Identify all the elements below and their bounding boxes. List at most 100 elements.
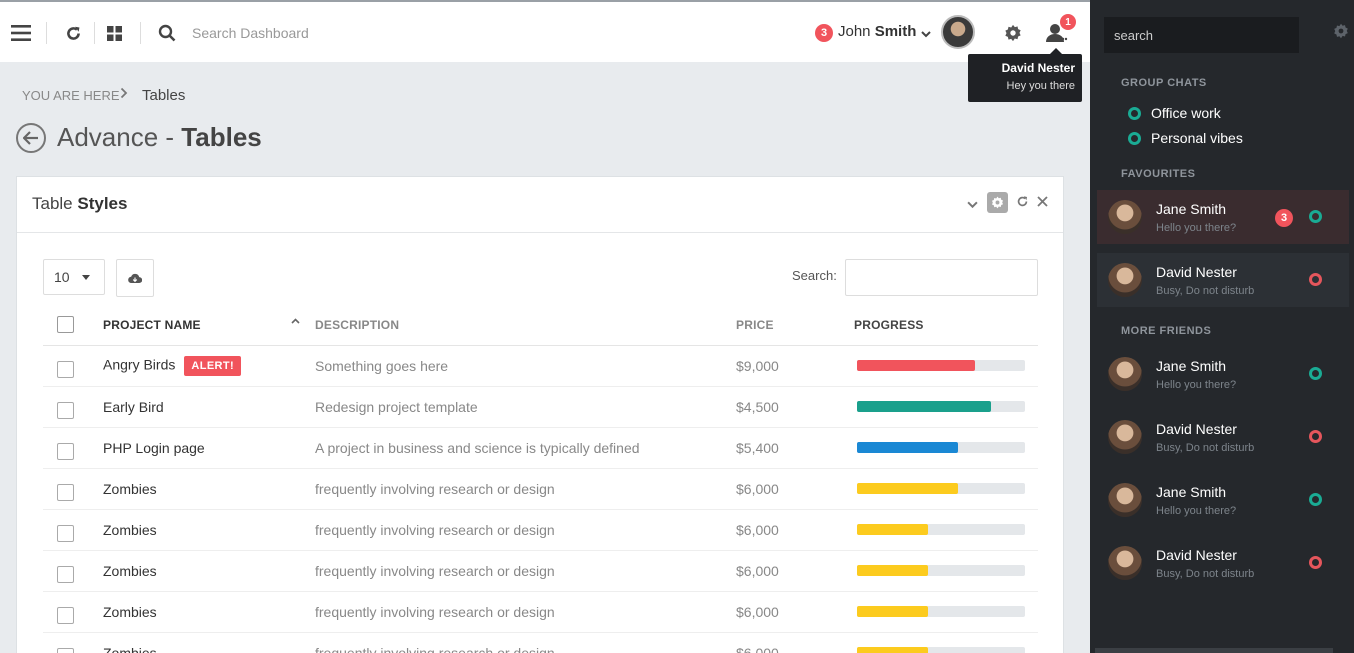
progress-cell (854, 468, 1038, 510)
description-cell: Something goes here (315, 345, 736, 387)
project-name: Zombies (103, 480, 157, 497)
chat-search-input[interactable] (1104, 17, 1299, 53)
page-length-value: 10 (54, 269, 70, 285)
progress-cell (854, 591, 1038, 633)
select-all-checkbox[interactable] (57, 316, 74, 334)
row-select-cell (43, 591, 103, 633)
price-cell: $9,000 (736, 345, 854, 387)
online-status-icon (1128, 131, 1141, 145)
chevron-down-icon[interactable] (921, 26, 931, 44)
dashboard-search-input[interactable] (192, 21, 442, 45)
projects-table: Project Name Description Price Progress … (43, 305, 1038, 653)
progress-fill (857, 524, 928, 535)
progress-bar (857, 606, 1025, 617)
friend-status: Busy, Do not disturb (1156, 442, 1255, 454)
hamburger-menu-icon[interactable] (10, 22, 32, 44)
user-avatar[interactable] (941, 15, 975, 49)
sidebar-scrollbar[interactable] (1095, 648, 1333, 653)
table-search-input[interactable] (845, 259, 1038, 296)
progress-cell (854, 345, 1038, 387)
group-chat-item[interactable]: Office work (1128, 103, 1221, 123)
online-status-icon (1309, 210, 1322, 223)
row-checkbox[interactable] (57, 607, 74, 624)
friend-item[interactable]: David Nester Busy, Do not disturb (1097, 410, 1349, 464)
row-checkbox[interactable] (57, 484, 74, 501)
user-notification-badge: 3 (815, 24, 833, 42)
progress-fill (857, 606, 928, 617)
friend-status: Busy, Do not disturb (1156, 285, 1255, 297)
grid-apps-icon[interactable] (103, 22, 125, 44)
description-cell: frequently involving research or design (315, 509, 736, 551)
collapse-chevron-icon[interactable] (967, 197, 978, 215)
panel-settings-gear-icon[interactable] (987, 192, 1008, 213)
progress-cell (854, 386, 1038, 428)
description-cell: frequently involving research or design (315, 632, 736, 653)
row-checkbox[interactable] (57, 361, 74, 378)
friend-avatar (1108, 263, 1142, 297)
friend-avatar (1108, 357, 1142, 391)
friend-item[interactable]: Jane Smith Hello you there? (1097, 473, 1349, 527)
tooltip-message: Hey you there (1006, 80, 1075, 92)
row-checkbox[interactable] (57, 443, 74, 460)
price-cell: $4,500 (736, 386, 854, 428)
alert-badge: ALERT! (184, 355, 242, 376)
favourite-friend-item[interactable]: David Nester Busy, Do not disturb (1097, 253, 1349, 307)
row-select-cell (43, 386, 103, 428)
row-select-cell (43, 509, 103, 551)
friend-item[interactable]: Jane Smith Hello you there? (1097, 347, 1349, 401)
project-name-cell: Zombies (103, 591, 315, 633)
back-arrow-icon[interactable] (16, 123, 46, 153)
header-description[interactable]: Description (315, 305, 736, 346)
progress-fill (857, 360, 975, 371)
unread-badge: 3 (1275, 209, 1293, 227)
table-header-row: Project Name Description Price Progress (43, 305, 1038, 346)
description-cell: frequently involving research or design (315, 550, 736, 592)
page-length-select[interactable]: 10 (43, 259, 105, 295)
header-progress[interactable]: Progress (854, 305, 1038, 346)
gear-icon[interactable] (1002, 22, 1024, 44)
sort-up-icon[interactable] (291, 315, 300, 327)
panel-close-icon[interactable] (1037, 194, 1048, 212)
caret-down-icon (82, 275, 90, 280)
search-icon[interactable] (156, 22, 178, 44)
select-all-cell (43, 305, 103, 346)
panel-refresh-icon[interactable] (1016, 195, 1029, 213)
panel-title: Table Styles (32, 194, 127, 214)
favourite-friend-item[interactable]: Jane Smith Hello you there? 3 (1097, 190, 1349, 244)
user-menu[interactable]: John Smith (838, 23, 916, 40)
progress-bar (857, 647, 1025, 653)
table-row: Zombies frequently involving research or … (43, 550, 1038, 592)
group-chats-heading: Group Chats (1121, 77, 1207, 89)
progress-cell (854, 550, 1038, 592)
row-checkbox[interactable] (57, 566, 74, 583)
online-status-icon (1128, 106, 1141, 120)
chevron-right-icon (120, 86, 128, 102)
breadcrumb-current[interactable]: Tables (142, 87, 185, 104)
tooltip-sender: David Nester (1001, 61, 1075, 75)
refresh-icon[interactable] (62, 22, 84, 44)
progress-bar (857, 524, 1025, 535)
chat-settings-gear-icon[interactable] (1333, 23, 1349, 44)
header-project-name[interactable]: Project Name (103, 305, 315, 346)
table-styles-panel: Table Styles 10 Search: Project Name Des… (16, 176, 1064, 653)
busy-status-icon (1309, 556, 1322, 569)
group-chat-item[interactable]: Personal vibes (1128, 128, 1243, 148)
divider (46, 22, 47, 44)
busy-status-icon (1309, 430, 1322, 443)
header-price[interactable]: Price (736, 305, 854, 346)
friend-status: Hello you there? (1156, 379, 1237, 391)
project-name: PHP Login page (103, 439, 205, 456)
friend-item[interactable]: David Nester Busy, Do not disturb (1097, 536, 1349, 590)
price-cell: $6,000 (736, 550, 854, 592)
row-checkbox[interactable] (57, 402, 74, 419)
cloud-download-button[interactable] (116, 259, 154, 297)
online-status-icon (1309, 367, 1322, 380)
row-select-cell (43, 345, 103, 387)
friend-avatar (1108, 546, 1142, 580)
friend-avatar (1108, 483, 1142, 517)
cloud-download-icon (128, 273, 142, 283)
row-checkbox[interactable] (57, 525, 74, 542)
row-checkbox[interactable] (57, 648, 74, 653)
table-row: Zombies frequently involving research or … (43, 468, 1038, 510)
project-name-cell: Zombies (103, 509, 315, 551)
